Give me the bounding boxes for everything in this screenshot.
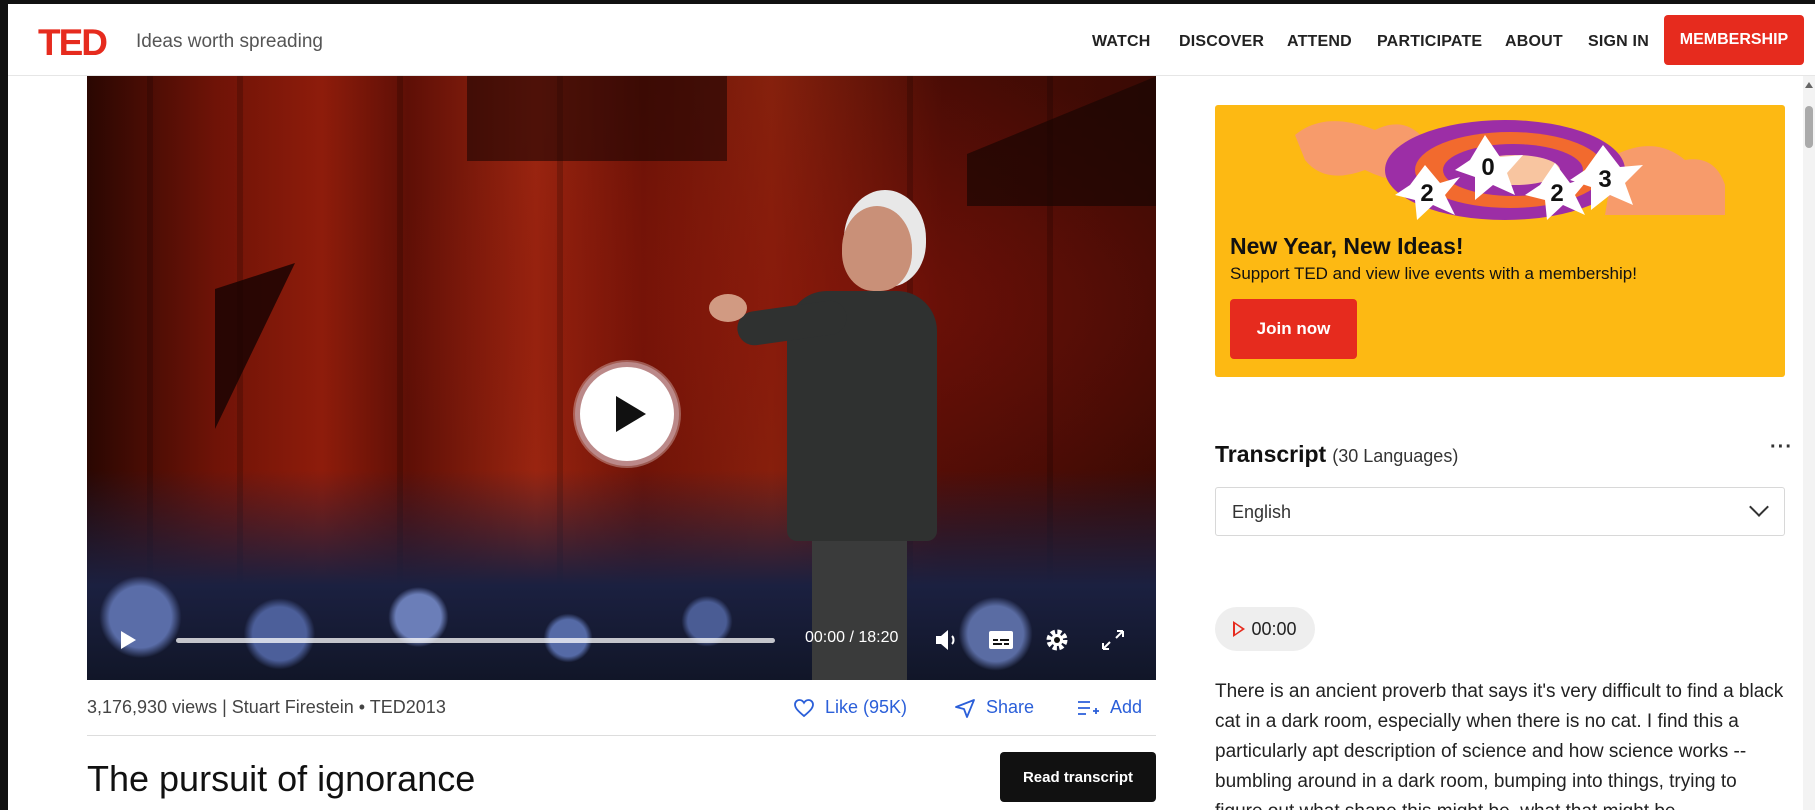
nav-about[interactable]: ABOUT	[1505, 33, 1563, 51]
transcript-title: Transcript	[1215, 441, 1327, 467]
speaker-hand	[709, 294, 747, 322]
nav-discover[interactable]: DISCOVER	[1179, 33, 1264, 51]
play-outline-icon	[1233, 621, 1246, 637]
like-button[interactable]: Like (95K)	[793, 697, 907, 718]
selected-language: English	[1232, 502, 1292, 522]
page-scrollbar[interactable]	[1803, 76, 1815, 810]
year-digit: 2	[1420, 180, 1433, 207]
big-play-button[interactable]	[575, 362, 679, 466]
year-2023-art: 2 0 2 3	[1295, 120, 1725, 220]
progress-bar[interactable]	[176, 638, 775, 643]
transcript-heading: Transcript (30 Languages)	[1215, 441, 1458, 468]
transcript-timestamp-chip[interactable]: 00:00	[1215, 607, 1315, 651]
play-icon	[616, 396, 646, 432]
captions-icon[interactable]	[987, 627, 1015, 653]
membership-promo[interactable]: 2 0 2 3 New Year, New Ideas! Support TED…	[1215, 105, 1785, 377]
chevron-down-icon	[1749, 497, 1769, 517]
share-button[interactable]: Share	[954, 697, 1034, 718]
share-label: Share	[986, 697, 1035, 717]
join-now-button[interactable]: Join now	[1230, 299, 1357, 359]
talk-title: The pursuit of ignorance	[87, 758, 476, 799]
fullscreen-icon[interactable]	[1099, 627, 1127, 653]
promo-subtitle: Support TED and view live events with a …	[1230, 264, 1637, 283]
stage-fixture	[467, 76, 727, 161]
language-select[interactable]: English	[1215, 487, 1785, 536]
membership-button[interactable]: MEMBERSHIP	[1664, 15, 1804, 65]
talk-meta: 3,176,930 views | Stuart Firestein • TED…	[87, 697, 446, 717]
year-digit: 2	[1550, 180, 1563, 207]
nav-participate[interactable]: PARTICIPATE	[1377, 33, 1482, 51]
add-to-list-button[interactable]: Add	[1076, 697, 1142, 718]
play-icon[interactable]	[121, 631, 136, 649]
transcript-paragraph[interactable]: There is an ancient proverb that says it…	[1215, 677, 1785, 810]
tagline: Ideas worth spreading	[136, 31, 323, 52]
transcript-language-count: (30 Languages)	[1332, 446, 1459, 466]
year-digit: 3	[1598, 166, 1611, 193]
speaker-head	[842, 206, 912, 291]
nav-attend[interactable]: ATTEND	[1287, 33, 1352, 51]
speaker-figure	[709, 136, 957, 680]
nav-sign-in[interactable]: SIGN IN	[1588, 33, 1649, 51]
video-player[interactable]: 00:00 / 18:20	[87, 76, 1156, 680]
ted-logo[interactable]: TED	[38, 24, 108, 61]
share-send-icon	[955, 698, 975, 718]
promo-title: New Year, New Ideas!	[1230, 233, 1464, 259]
stage-panel	[215, 263, 295, 429]
add-label: Add	[1110, 697, 1143, 717]
heart-icon	[794, 698, 814, 717]
nav-watch[interactable]: WATCH	[1092, 33, 1150, 51]
scroll-up-arrow-icon[interactable]	[1805, 82, 1813, 88]
scroll-thumb[interactable]	[1805, 106, 1813, 148]
stage-panel	[967, 76, 1156, 206]
site-header: TED Ideas worth spreading WATCH DISCOVER…	[8, 4, 1815, 76]
read-transcript-button[interactable]: Read transcript	[1000, 752, 1156, 802]
add-list-icon	[1078, 700, 1099, 715]
like-label: Like (95K)	[825, 697, 908, 717]
settings-gear-icon[interactable]	[1043, 627, 1071, 653]
divider	[87, 735, 1156, 736]
player-controls: 00:00 / 18:20	[87, 611, 1156, 671]
more-options-icon[interactable]: ···	[1770, 436, 1793, 459]
chip-time: 00:00	[1251, 618, 1297, 639]
year-digit: 0	[1481, 154, 1494, 181]
time-display: 00:00 / 18:20	[805, 629, 899, 646]
volume-icon[interactable]	[932, 627, 960, 653]
